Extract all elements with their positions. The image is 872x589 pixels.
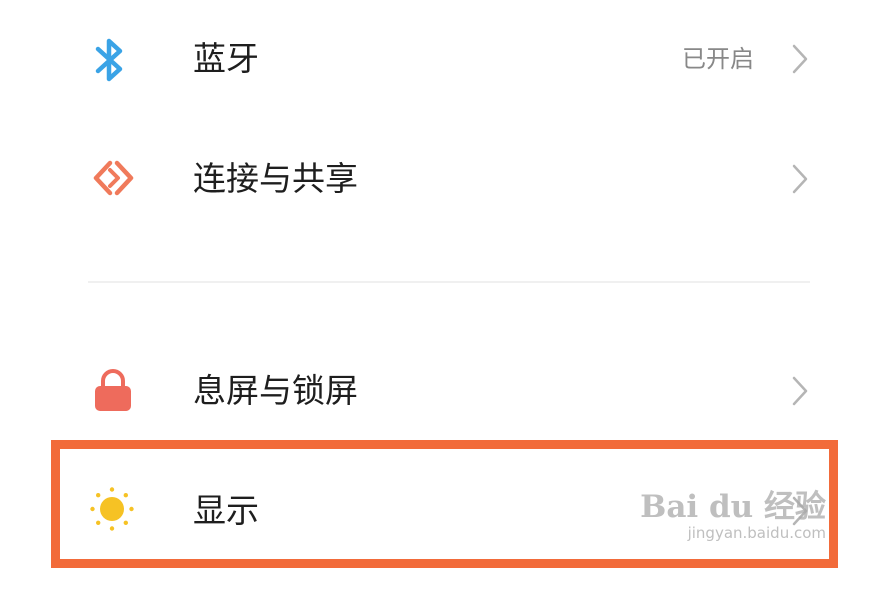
settings-item-bluetooth[interactable]: 蓝牙 已开启 bbox=[0, 14, 872, 104]
lock-icon bbox=[91, 366, 135, 418]
watermark-url: jingyan.baidu.com bbox=[687, 524, 826, 542]
connection-sharing-icon bbox=[88, 158, 136, 202]
settings-item-connection-sharing[interactable]: 连接与共享 bbox=[0, 134, 872, 224]
settings-item-label: 连接与共享 bbox=[193, 159, 358, 198]
settings-item-label: 息屏与锁屏 bbox=[193, 371, 358, 410]
chevron-right-icon bbox=[791, 163, 809, 199]
section-divider bbox=[88, 281, 810, 283]
settings-item-lock-screen[interactable]: 息屏与锁屏 bbox=[0, 346, 872, 436]
chevron-right-icon bbox=[791, 375, 809, 411]
bluetooth-icon bbox=[90, 36, 132, 88]
chevron-right-icon bbox=[791, 43, 809, 79]
watermark-brand: Bai du 经验 bbox=[640, 489, 826, 525]
bluetooth-status: 已开启 bbox=[682, 45, 754, 73]
baidu-watermark: Bai du 经验 jingyan.baidu.com bbox=[640, 492, 826, 541]
settings-item-label: 蓝牙 bbox=[193, 39, 259, 78]
